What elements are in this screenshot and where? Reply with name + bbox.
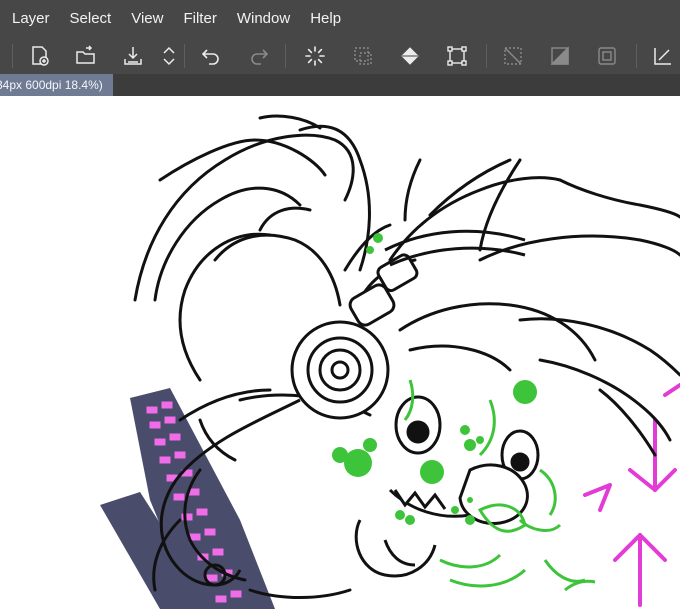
eyes — [394, 395, 540, 481]
pen-corner-button[interactable] — [648, 41, 678, 71]
menu-window[interactable]: Window — [227, 0, 300, 38]
transform-handles-icon — [447, 46, 467, 66]
document-tab[interactable]: 34px 600dpi 18.4%) — [0, 74, 113, 96]
document-tab-bar: 34px 600dpi 18.4%) — [0, 74, 680, 96]
save-button[interactable] — [118, 41, 148, 71]
drawing-canvas[interactable] — [0, 96, 680, 609]
menu-view[interactable]: View — [121, 0, 173, 38]
invert-button[interactable] — [545, 41, 575, 71]
slash-box-icon — [504, 47, 522, 65]
menu-select[interactable]: Select — [60, 0, 122, 38]
new-document-button[interactable] — [25, 41, 55, 71]
command-toolbar — [0, 38, 680, 74]
undo-icon — [201, 49, 219, 65]
spinner-button[interactable] — [300, 41, 330, 71]
square-frame-icon — [598, 47, 616, 65]
updown-button[interactable] — [154, 41, 184, 71]
toolbar-separator — [636, 44, 637, 68]
loading-spinner-icon — [305, 46, 325, 66]
menu-bar: Layer Select View Filter Window Help — [0, 0, 680, 38]
menu-help[interactable]: Help — [300, 0, 351, 38]
frame-button[interactable] — [592, 41, 622, 71]
toolbar-separator — [12, 44, 13, 68]
artwork — [100, 114, 680, 609]
document-tab-label: 34px 600dpi 18.4%) — [0, 78, 103, 92]
save-download-icon — [124, 47, 142, 65]
clear-button[interactable] — [498, 41, 528, 71]
pen-corner-icon — [654, 48, 671, 65]
fill-bucket-icon — [401, 47, 419, 65]
menu-layer[interactable]: Layer — [0, 0, 60, 38]
selection-dotted-icon — [354, 47, 372, 65]
menu-filter[interactable]: Filter — [173, 0, 226, 38]
updown-arrows-icon — [163, 46, 175, 66]
diagonal-box-icon — [550, 46, 569, 65]
toolbar-separator — [184, 44, 185, 68]
magenta-arrows — [583, 383, 680, 607]
open-folder-icon — [76, 45, 95, 64]
redo-icon — [251, 49, 269, 65]
transform-button[interactable] — [442, 41, 472, 71]
toolbar-separator — [285, 44, 286, 68]
new-document-icon — [32, 46, 49, 66]
toolbar-separator — [486, 44, 487, 68]
undo-button[interactable] — [196, 41, 226, 71]
redo-button[interactable] — [244, 41, 274, 71]
open-button[interactable] — [71, 41, 101, 71]
fill-button[interactable] — [395, 41, 425, 71]
selection-button[interactable] — [348, 41, 378, 71]
